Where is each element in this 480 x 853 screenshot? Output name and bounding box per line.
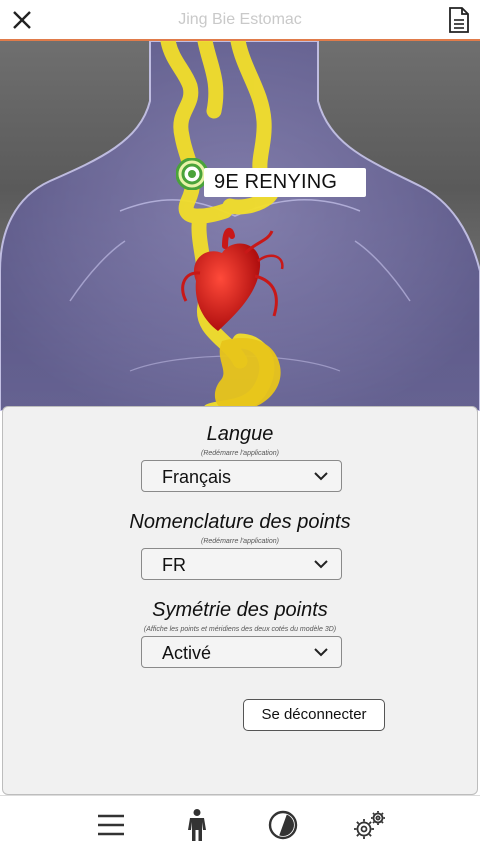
top-bar: Jing Bie Estomac — [0, 0, 480, 41]
symmetry-select-value: Activé — [162, 643, 212, 663]
body-model-illustration — [0, 41, 480, 411]
bottom-nav — [0, 795, 480, 853]
language-select-value: Français — [162, 467, 232, 487]
logout-button[interactable]: Se déconnecter — [243, 699, 385, 731]
nomenclature-select-value: FR — [162, 555, 186, 575]
page-title: Jing Bie Estomac — [178, 11, 302, 28]
symmetry-select[interactable]: Activé — [141, 636, 342, 668]
nomenclature-title: Nomenclature des points — [129, 511, 351, 533]
settings-panel: Langue (Redémarre l'application) Françai… — [2, 406, 478, 795]
acupoint-label: 9E RENYING — [204, 168, 366, 197]
nomenclature-subtitle: (Redémarre l'application) — [201, 538, 279, 545]
nomenclature-select[interactable]: FR — [141, 548, 342, 580]
symmetry-subtitle: (Affiche les points et méridiens des deu… — [143, 626, 337, 633]
settings-gears-icon[interactable] — [350, 808, 385, 842]
menu-icon[interactable] — [94, 808, 128, 842]
language-select[interactable]: Français — [141, 460, 342, 492]
symmetry-title: Symétrie des points — [152, 599, 328, 621]
body-icon[interactable] — [180, 808, 214, 842]
language-title: Langue — [206, 423, 274, 445]
document-icon[interactable] — [446, 6, 472, 34]
anatomy-3d-viewer[interactable]: 9E RENYING — [0, 41, 480, 411]
language-subtitle: (Redémarre l'application) — [201, 450, 279, 457]
chevron-down-icon — [314, 648, 328, 657]
chevron-down-icon — [314, 472, 328, 481]
contrast-icon[interactable] — [266, 808, 300, 842]
chevron-down-icon — [314, 560, 328, 569]
